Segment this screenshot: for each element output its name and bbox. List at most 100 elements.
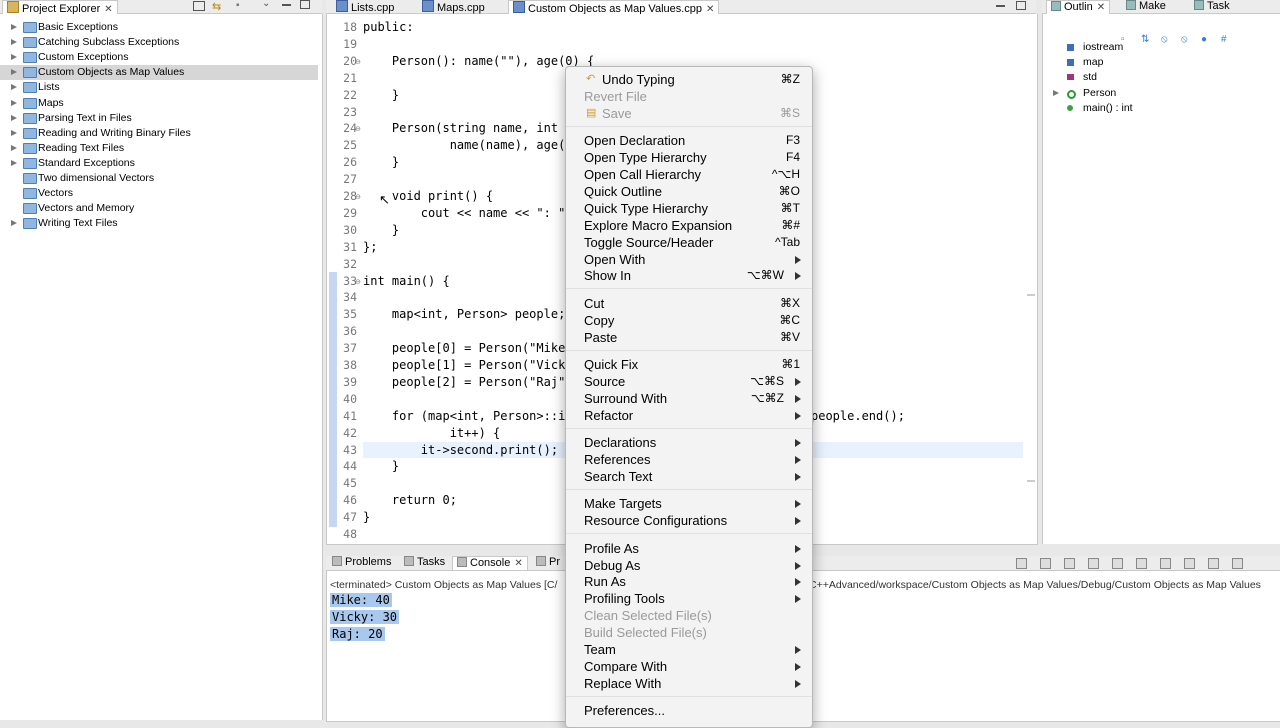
- expand-arrow-icon[interactable]: [11, 220, 17, 227]
- menu-item-resource-configurations[interactable]: Resource Configurations: [566, 512, 812, 529]
- menu-item-open-call-hierarchy[interactable]: Open Call Hierarchy ^⌥H: [566, 166, 812, 183]
- tree-item-project[interactable]: Reading and Writing Binary Files: [0, 126, 318, 141]
- tree-item-project[interactable]: Basic Exceptions: [0, 20, 318, 35]
- menu-item-surround-with[interactable]: Surround With ⌥⌘Z: [566, 390, 812, 407]
- menu-item-make-targets[interactable]: Make Targets: [566, 495, 812, 512]
- menu-item-cut[interactable]: Cut ⌘X: [566, 295, 812, 312]
- code-line[interactable]: return 0;: [363, 493, 457, 507]
- menu-item-search-text[interactable]: Search Text: [566, 468, 812, 485]
- console-output-line[interactable]: Vicky: 30: [330, 610, 400, 624]
- outline-item[interactable]: Person: [1083, 86, 1116, 101]
- minimize-view-icon[interactable]: [1208, 558, 1219, 569]
- menu-item-refactor[interactable]: Refactor: [566, 407, 812, 424]
- hide-static-icon[interactable]: ⦸: [1181, 34, 1188, 45]
- code-line[interactable]: }: [363, 155, 399, 169]
- word-wrap-icon[interactable]: [1112, 558, 1123, 569]
- code-line[interactable]: people[2] = Person("Raj": [363, 375, 565, 389]
- outline-item[interactable]: iostream: [1083, 40, 1123, 55]
- menu-item-compare-with[interactable]: Compare With: [566, 658, 812, 675]
- menu-item-debug-as[interactable]: Debug As: [566, 557, 812, 574]
- tree-item-project[interactable]: Parsing Text in Files: [0, 111, 318, 126]
- tree-item-project[interactable]: Reading Text Files: [0, 141, 318, 156]
- code-line[interactable]: it->second.print();: [363, 443, 558, 457]
- tree-item-project[interactable]: Custom Objects as Map Values: [0, 65, 318, 81]
- expand-arrow-icon[interactable]: [11, 24, 17, 30]
- tab-console-view[interactable]: Problems: [328, 556, 395, 569]
- code-line[interactable]: int main() {: [363, 274, 450, 288]
- terminate-icon[interactable]: [1016, 558, 1027, 569]
- minimize-view-icon[interactable]: [282, 4, 291, 6]
- tree-item-project[interactable]: Lists: [0, 80, 318, 95]
- chevron-down-icon[interactable]: ⌄: [262, 0, 270, 9]
- code-line[interactable]: Person(string name, int a: [363, 121, 573, 135]
- menu-item-explore-macro-expansion[interactable]: Explore Macro Expansion ⌘#: [566, 217, 812, 234]
- tab-project-explorer[interactable]: Project Explorer ✕: [2, 0, 118, 15]
- code-line[interactable]: void print() {: [363, 189, 493, 203]
- code-line[interactable]: public:: [363, 20, 414, 34]
- fold-toggle-icon[interactable]: ⊖: [355, 125, 361, 133]
- tree-item-project[interactable]: Catching Subclass Exceptions: [0, 35, 318, 50]
- maximize-view-icon[interactable]: [1232, 558, 1243, 569]
- fold-toggle-icon[interactable]: ⊖: [355, 58, 361, 66]
- expand-arrow-icon[interactable]: [1053, 89, 1059, 96]
- tab-outline[interactable]: Make: [1122, 0, 1170, 13]
- minimize-icon[interactable]: [193, 1, 205, 11]
- tree-item-project[interactable]: Writing Text Files: [0, 216, 318, 231]
- menu-item-replace-with[interactable]: Replace With: [566, 675, 812, 692]
- tab-editor-file[interactable]: Lists.cpp: [332, 0, 398, 14]
- sort-icon[interactable]: ⇅: [1141, 34, 1149, 45]
- code-line[interactable]: }: [363, 88, 399, 102]
- menu-item-quick-outline[interactable]: Quick Outline ⌘O: [566, 183, 812, 200]
- tab-console-view[interactable]: Pr: [532, 556, 564, 569]
- scroll-lock-icon[interactable]: [1088, 558, 1099, 569]
- menu-item-toggle-source-header[interactable]: Toggle Source/Header ^Tab: [566, 234, 812, 251]
- link-editor-icon[interactable]: ⇆: [212, 0, 221, 13]
- tab-editor-file[interactable]: Maps.cpp: [418, 0, 489, 14]
- code-line[interactable]: }: [363, 510, 370, 524]
- code-line[interactable]: for (map<int, Person>::it: [363, 409, 573, 423]
- fold-toggle-icon[interactable]: ⊖: [355, 278, 361, 286]
- code-line-tail[interactable]: people.end();: [811, 409, 905, 423]
- menu-item-source[interactable]: Source ⌥⌘S: [566, 373, 812, 390]
- open-console-icon[interactable]: [1184, 558, 1195, 569]
- expand-arrow-icon[interactable]: [11, 159, 17, 166]
- view-menu-icon[interactable]: ▪: [236, 0, 240, 11]
- hide-nonpublic-icon[interactable]: ●: [1201, 34, 1207, 45]
- outline-item[interactable]: map: [1083, 55, 1103, 70]
- console-output-line[interactable]: Raj: 20: [330, 627, 385, 641]
- fold-toggle-icon[interactable]: ⊖: [355, 193, 361, 201]
- pin-console-icon[interactable]: [1136, 558, 1147, 569]
- code-line[interactable]: }: [363, 223, 399, 237]
- menu-item-undo-typing[interactable]: ↶ Undo Typing ⌘Z: [566, 71, 812, 88]
- menu-item-show-in[interactable]: Show In ⌥⌘W: [566, 267, 812, 284]
- code-line[interactable]: name(name), age(a: [363, 138, 573, 152]
- menu-item-quick-fix[interactable]: Quick Fix ⌘1: [566, 356, 812, 373]
- code-line[interactable]: };: [363, 240, 377, 254]
- console-output-line[interactable]: Mike: 40: [330, 593, 392, 607]
- menu-item-quick-type-hierarchy[interactable]: Quick Type Hierarchy ⌘T: [566, 200, 812, 217]
- menu-item-profiling-tools[interactable]: Profiling Tools: [566, 590, 812, 607]
- code-line[interactable]: people[0] = Person("Mike": [363, 341, 573, 355]
- tab-outline[interactable]: Task: [1190, 0, 1234, 13]
- menu-item-run-as[interactable]: Run As: [566, 573, 812, 590]
- tab-console-view[interactable]: Tasks: [400, 556, 449, 569]
- code-line[interactable]: it++) {: [363, 426, 501, 440]
- tab-editor-file[interactable]: Custom Objects as Map Values.cpp ✕: [508, 0, 720, 15]
- tab-console-view[interactable]: Console ✕: [452, 556, 528, 570]
- close-icon[interactable]: ✕: [1097, 1, 1105, 14]
- menu-item-copy[interactable]: Copy ⌘C: [566, 312, 812, 329]
- maximize-view-icon[interactable]: [1016, 1, 1026, 10]
- expand-arrow-icon[interactable]: [11, 129, 17, 136]
- menu-item-open-type-hierarchy[interactable]: Open Type Hierarchy F4: [566, 149, 812, 166]
- code-line[interactable]: Person(): name(""), age(0) {: [363, 54, 594, 68]
- code-line[interactable]: people[1] = Person("Vicky: [363, 358, 573, 372]
- menu-item-preferences[interactable]: Preferences...: [566, 702, 812, 719]
- menu-item-paste[interactable]: Paste ⌘V: [566, 329, 812, 346]
- outline-item[interactable]: std: [1083, 70, 1097, 85]
- expand-arrow-icon[interactable]: [11, 69, 17, 76]
- group-icon[interactable]: #: [1221, 34, 1227, 45]
- menu-item-profile-as[interactable]: Profile As: [566, 540, 812, 557]
- menu-item-references[interactable]: References: [566, 451, 812, 468]
- expand-arrow-icon[interactable]: [11, 54, 17, 61]
- tree-item-project[interactable]: Standard Exceptions: [0, 156, 318, 171]
